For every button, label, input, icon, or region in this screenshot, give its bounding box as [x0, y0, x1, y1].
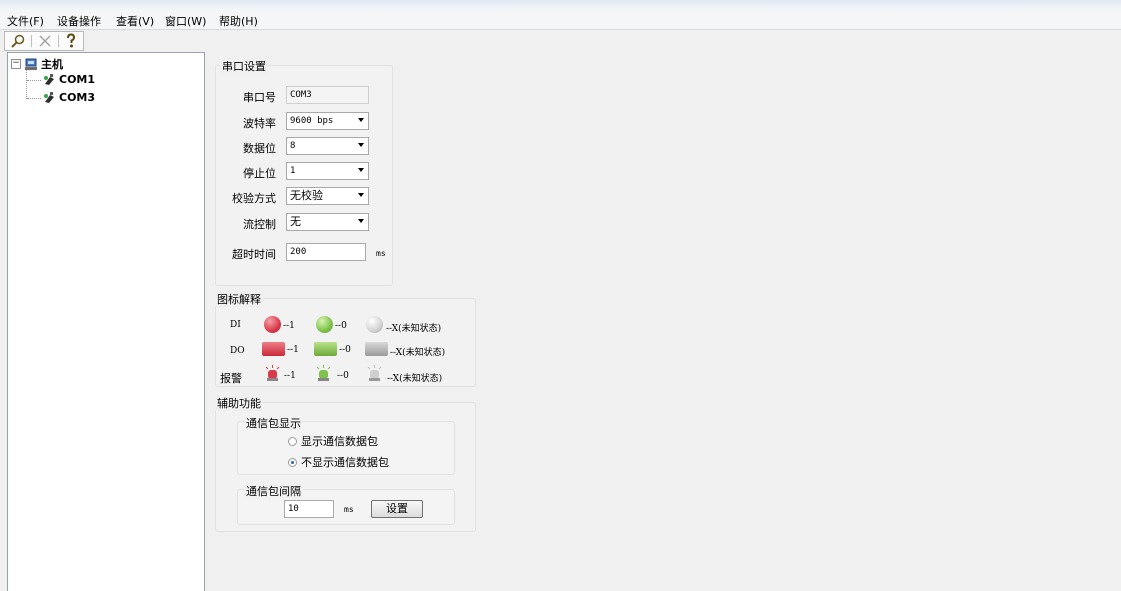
di-label: DI	[230, 320, 241, 330]
set-button[interactable]: 设置	[371, 500, 423, 518]
tree-root-label: 主机	[41, 58, 63, 71]
packet-interval-title: 通信包间隔	[244, 483, 303, 499]
serial-port-icon	[44, 74, 54, 85]
do-off-text: --0	[339, 345, 351, 355]
alarm-unknown-text: --X(未知状态)	[387, 374, 443, 384]
chevron-down-icon	[358, 168, 364, 172]
interval-unit: ms	[344, 505, 354, 514]
databits-label: 数据位	[243, 142, 276, 155]
baud-value: 9600 bps	[290, 116, 334, 126]
packet-display-group: 通信包显示 显示通信数据包 不显示通信数据包	[237, 415, 455, 475]
radio-button[interactable]	[288, 436, 297, 446]
di-unknown-icon	[366, 316, 383, 333]
toolbar-group	[4, 31, 84, 51]
tree-line	[26, 69, 27, 99]
flow-value: 无	[290, 215, 301, 228]
packet-display-title: 通信包显示	[244, 415, 303, 431]
do-on-text: --1	[287, 345, 299, 355]
chevron-down-icon	[358, 118, 364, 122]
chevron-down-icon	[358, 219, 364, 223]
di-unknown-text: --X(未知状态)	[386, 324, 442, 334]
tree-item-com3[interactable]: COM3	[42, 91, 95, 104]
chevron-down-icon	[358, 143, 364, 147]
timeout-unit: ms	[376, 249, 386, 258]
alarm-unknown-icon	[367, 365, 382, 381]
menu-view[interactable]: 查看(V)	[116, 13, 154, 29]
databits-select[interactable]: 8	[286, 137, 369, 155]
do-on-icon	[262, 342, 285, 356]
di-on-icon	[264, 316, 281, 333]
tree-root[interactable]: − 主机	[11, 56, 63, 72]
timeout-label: 超时时间	[232, 248, 276, 261]
close-icon[interactable]	[34, 32, 56, 50]
chevron-down-icon	[358, 193, 364, 197]
port-value: COM3	[290, 90, 312, 100]
menu-bar: 文件(F) 设备操作 查看(V) 窗口(W) 帮助(H)	[0, 10, 1121, 30]
alarm-on-text: --1	[284, 371, 296, 381]
tree-item-label: COM1	[59, 73, 96, 86]
interval-input[interactable]: 10	[284, 500, 334, 518]
port-label: 串口号	[243, 91, 276, 104]
radio-button-selected[interactable]	[288, 457, 297, 467]
serial-port-icon	[44, 92, 54, 103]
timeout-input[interactable]: 200	[286, 243, 366, 261]
alarm-on-icon	[265, 365, 280, 381]
menu-help[interactable]: 帮助(H)	[219, 13, 258, 29]
tree-line	[27, 80, 41, 81]
di-on-text: --1	[283, 321, 295, 331]
di-off-icon	[316, 316, 333, 333]
toolbar	[0, 30, 1121, 51]
do-unknown-icon	[365, 342, 388, 356]
parity-select[interactable]: 无校验	[286, 187, 369, 205]
serial-settings-group: 串口设置 串口号 COM3 波特率 9600 bps 数据位 8 停止位 1 校…	[215, 58, 393, 286]
help-icon[interactable]	[60, 32, 82, 50]
parity-value: 无校验	[290, 189, 323, 202]
do-off-icon	[314, 342, 337, 356]
flow-label: 流控制	[243, 218, 276, 231]
show-packets-label: 显示通信数据包	[301, 435, 378, 448]
toolbar-separator	[31, 35, 32, 47]
collapse-icon[interactable]: −	[11, 59, 21, 69]
tree-item-com1[interactable]: COM1	[42, 73, 95, 86]
device-tree: − 主机 COM1 COM3	[7, 52, 205, 591]
do-unknown-text: --X(未知状态)	[390, 348, 446, 358]
icon-legend-title: 图标解释	[215, 291, 263, 307]
hide-packets-label: 不显示通信数据包	[301, 456, 389, 469]
main-panel: 串口设置 串口号 COM3 波特率 9600 bps 数据位 8 停止位 1 校…	[207, 52, 1121, 591]
aux-functions-group: 辅助功能 通信包显示 显示通信数据包 不显示通信数据包 通信包间隔 10 ms …	[215, 395, 476, 532]
aux-functions-title: 辅助功能	[215, 395, 263, 411]
show-packets-radio[interactable]: 显示通信数据包	[288, 433, 378, 449]
alarm-off-text: --0	[337, 371, 349, 381]
window-top-edge	[0, 0, 1121, 10]
interval-value: 10	[288, 504, 299, 514]
search-icon[interactable]	[7, 32, 29, 50]
computer-icon	[25, 58, 37, 70]
di-off-text: --0	[335, 321, 347, 331]
alarm-off-icon	[316, 365, 331, 381]
baud-label: 波特率	[243, 117, 276, 130]
stopbits-value: 1	[290, 166, 296, 176]
serial-settings-title: 串口设置	[220, 58, 268, 74]
icon-legend-group: 图标解释 DI --1 --0 --X(未知状态) DO --1 --0 --X…	[215, 291, 476, 387]
flow-select[interactable]: 无	[286, 213, 369, 231]
menu-device[interactable]: 设备操作	[57, 13, 101, 29]
menu-window[interactable]: 窗口(W)	[165, 13, 206, 29]
port-field: COM3	[286, 86, 369, 104]
stopbits-select[interactable]: 1	[286, 162, 369, 180]
tree-item-label: COM3	[59, 91, 96, 104]
stopbits-label: 停止位	[243, 167, 276, 180]
alarm-label: 报警	[220, 372, 242, 385]
menu-file[interactable]: 文件(F)	[7, 13, 44, 29]
parity-label: 校验方式	[232, 192, 276, 205]
hide-packets-radio[interactable]: 不显示通信数据包	[288, 454, 389, 470]
databits-value: 8	[290, 141, 296, 151]
do-label: DO	[230, 346, 245, 356]
tree-line	[27, 98, 41, 99]
packet-interval-group: 通信包间隔 10 ms 设置	[237, 483, 455, 525]
toolbar-separator	[58, 35, 59, 47]
timeout-value: 200	[290, 247, 307, 257]
baud-select[interactable]: 9600 bps	[286, 112, 369, 130]
